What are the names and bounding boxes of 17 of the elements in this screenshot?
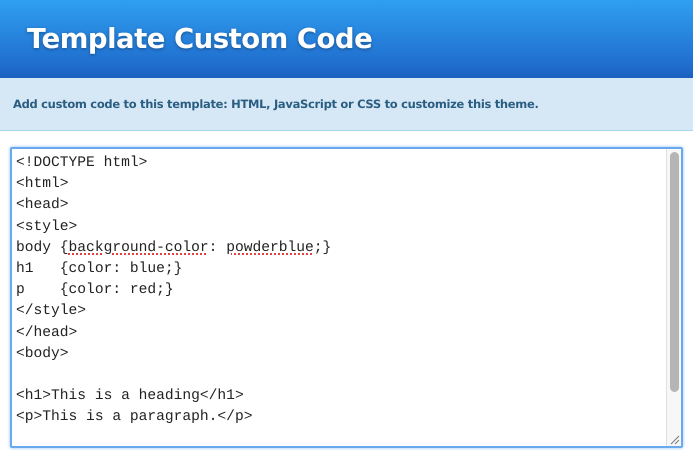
code-line: <head> [16, 196, 70, 216]
code-line: h1 {color: blue;} [16, 260, 184, 279]
scrollbar[interactable] [666, 149, 681, 446]
info-text: Add custom code to this template: HTML, JavaScript or CSS to customize this theme. [13, 97, 539, 111]
code-line: <style> [16, 218, 78, 237]
code-editor[interactable]: <!DOCTYPE html> <html> <head> <style> body {background-color: powderblue;} h1 {color: blue;} p {color: red;} </style> </head> <body> <h1>This is a heading</h1> <p>This is a paragraph.</p> [10, 147, 683, 448]
code-line: </head> [16, 324, 78, 342]
code-line: <h1>This is a heading</h1> [16, 387, 245, 406]
page-title: Template Custom Code [27, 23, 372, 55]
code-line: <p>This is a paragraph.</p> [16, 408, 254, 428]
code-line: <!DOCTYPE html> [16, 154, 148, 173]
scrollbar-thumb[interactable] [670, 152, 678, 392]
code-line: body {background-color: powderblue;} [16, 238, 332, 258]
code-line: </style> [16, 302, 88, 322]
code-line: <body> [16, 344, 70, 364]
code-line: <html> [16, 175, 70, 194]
code-line: p {color: red;} [16, 281, 175, 300]
